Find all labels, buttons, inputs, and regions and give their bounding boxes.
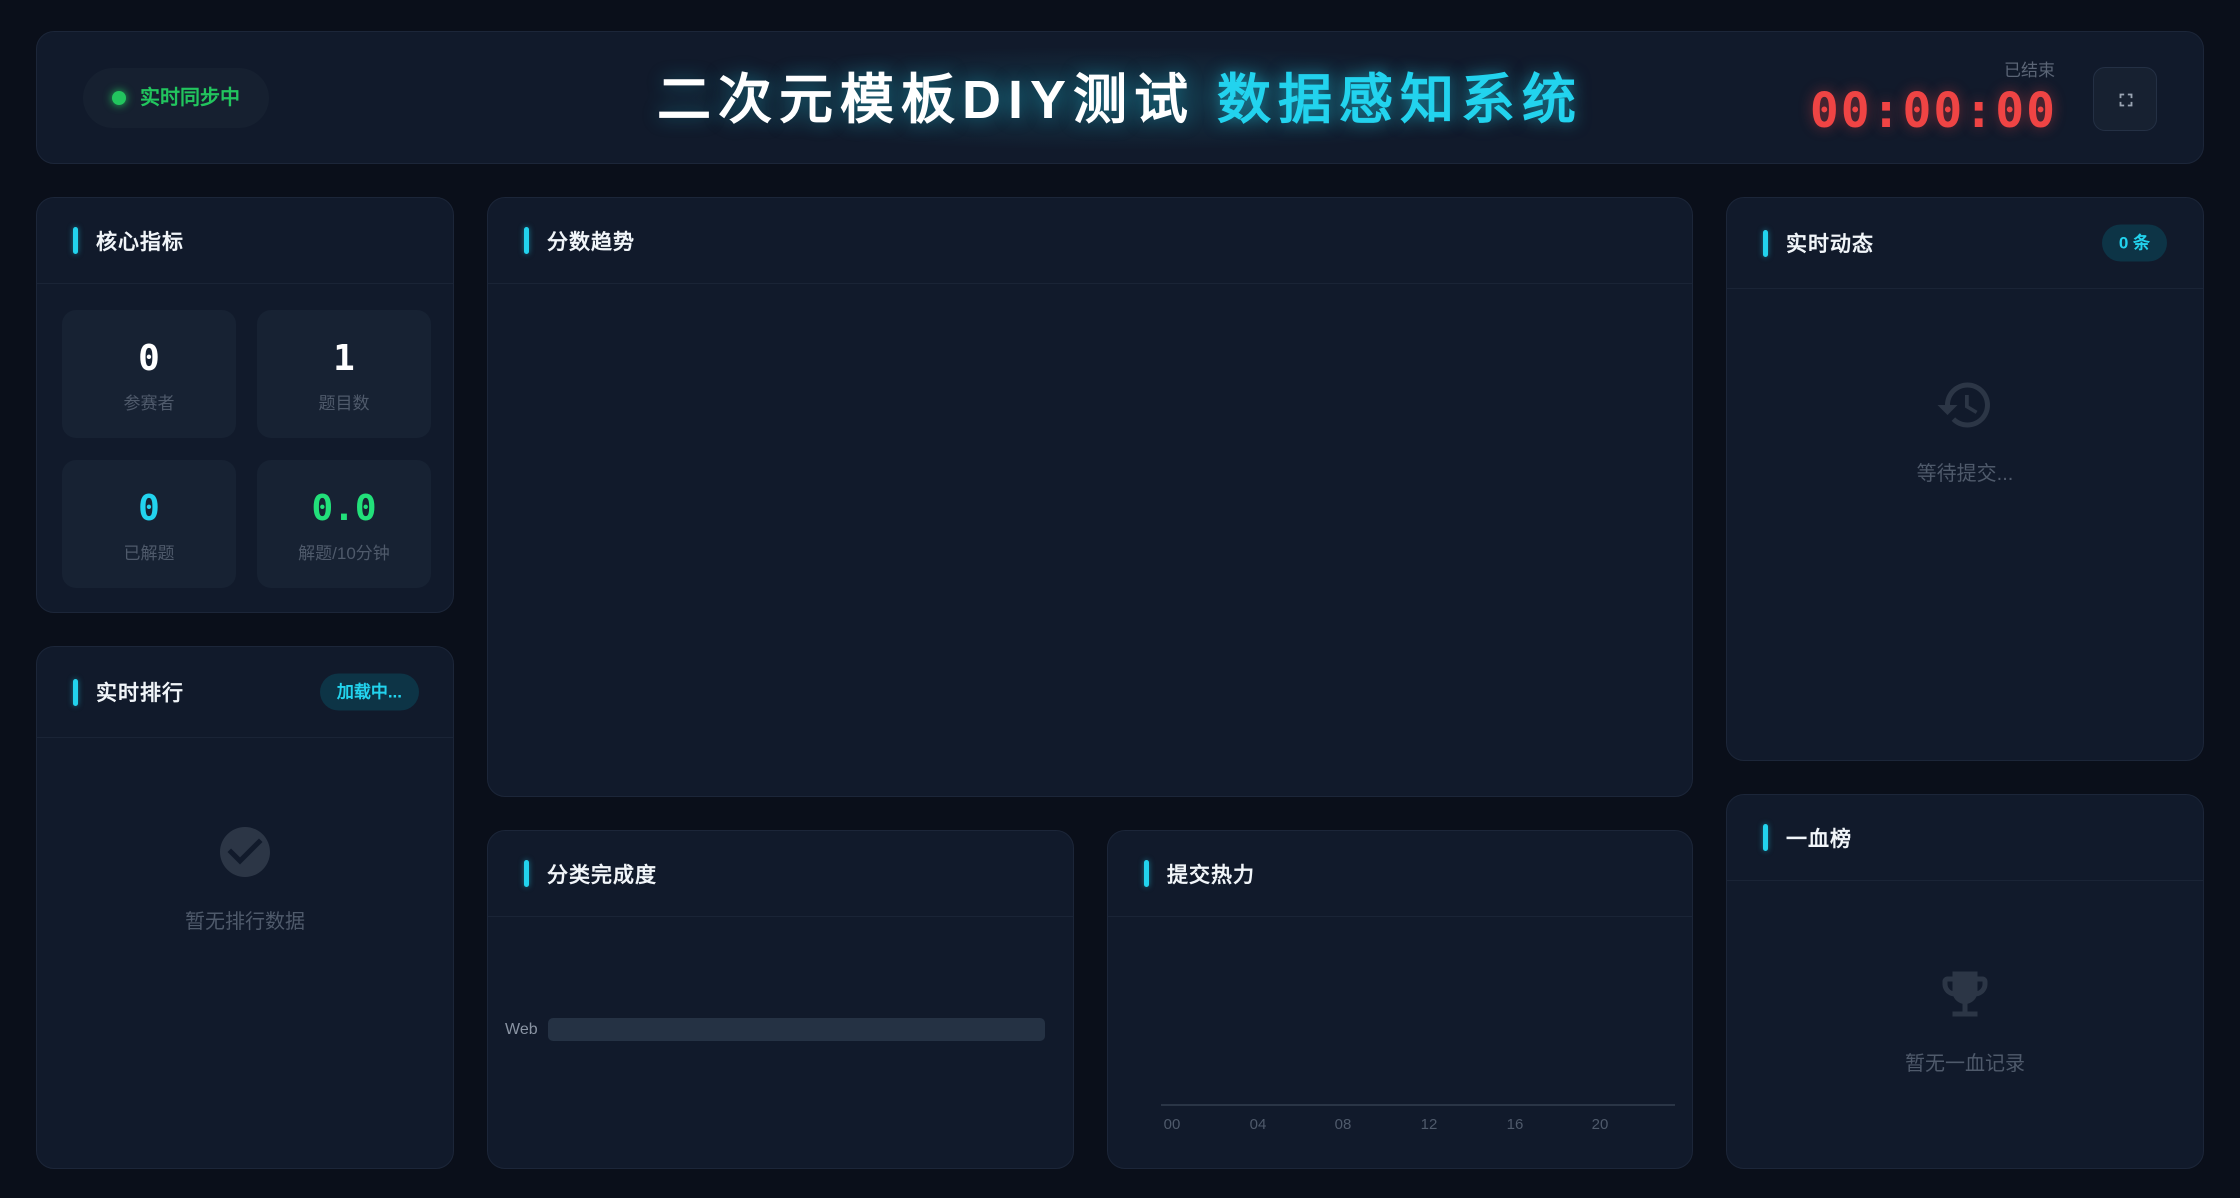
metric-card-solve-rate: 0.0 解题/10分钟 xyxy=(257,460,431,588)
panel-title: 分数趋势 xyxy=(547,230,635,254)
accent-bar xyxy=(524,227,529,254)
panel-header: 分数趋势 xyxy=(488,198,1692,284)
metric-value: 0.0 xyxy=(311,488,377,529)
panel-header: 提交热力 xyxy=(1108,831,1692,917)
panel-title: 核心指标 xyxy=(96,230,184,254)
ranking-panel: 实时排行 加载中... 暂无排行数据 xyxy=(36,646,454,1169)
metric-card-participants: 0 参赛者 xyxy=(62,310,236,438)
heat-tick-label: 16 xyxy=(1506,1116,1524,1133)
panel-header: 分类完成度 xyxy=(488,831,1073,917)
metric-card-solved: 0 已解题 xyxy=(62,460,236,588)
metric-value: 1 xyxy=(333,338,355,379)
heat-x-axis xyxy=(1161,1104,1675,1106)
top-header: 实时同步中 二次元模板DIY测试 数据感知系统 已结束 00:00:00 xyxy=(36,31,2204,164)
metric-label: 题目数 xyxy=(318,394,370,413)
panel-title: 分类完成度 xyxy=(547,863,657,887)
fullscreen-icon xyxy=(2119,93,2133,107)
category-progress-bar xyxy=(548,1018,1045,1041)
panel-title: 提交热力 xyxy=(1167,863,1255,887)
category-label: Web xyxy=(505,1021,538,1038)
trophy-icon xyxy=(1935,964,1995,1024)
loading-badge: 加载中... xyxy=(319,673,419,711)
metric-label: 参赛者 xyxy=(123,394,175,413)
timer-status: 已结束 xyxy=(2004,61,2055,80)
panel-header: 核心指标 xyxy=(37,198,453,284)
accent-bar xyxy=(1763,824,1768,851)
accent-bar xyxy=(1763,229,1768,257)
live-activity-panel: 实时动态 0 条 等待提交... xyxy=(1726,197,2204,761)
history-icon xyxy=(1935,375,1995,435)
empty-state-text: 等待提交... xyxy=(1916,463,2014,485)
metric-value: 0 xyxy=(138,338,160,379)
accent-bar xyxy=(524,860,529,887)
heat-tick-label: 08 xyxy=(1334,1116,1352,1133)
accent-bar xyxy=(1144,860,1149,887)
title-accent: 数据感知系统 xyxy=(1217,70,1584,130)
panel-title: 实时动态 xyxy=(1786,233,1874,256)
metric-value: 0 xyxy=(138,488,160,529)
heat-tick-label: 20 xyxy=(1591,1116,1609,1133)
panel-title: 一血榜 xyxy=(1786,827,1852,851)
submission-heat-panel: 提交热力 00 04 08 12 16 20 xyxy=(1107,830,1693,1169)
score-trend-panel: 分数趋势 xyxy=(487,197,1693,797)
heat-tick-label: 00 xyxy=(1163,1116,1181,1133)
activity-count-badge: 0 条 xyxy=(2101,224,2167,262)
panel-header: 一血榜 xyxy=(1727,795,2203,881)
countdown-timer: 00:00:00 xyxy=(1809,83,2057,139)
metric-label: 解题/10分钟 xyxy=(298,544,390,563)
empty-state-text: 暂无排行数据 xyxy=(185,911,305,933)
accent-bar xyxy=(73,678,78,706)
fullscreen-button[interactable] xyxy=(2093,67,2157,131)
first-blood-panel: 一血榜 暂无一血记录 xyxy=(1726,794,2204,1169)
metric-card-challenges: 1 题目数 xyxy=(257,310,431,438)
category-completion-panel: 分类完成度 Web xyxy=(487,830,1074,1169)
heat-tick-label: 04 xyxy=(1249,1116,1267,1133)
core-metrics-panel: 核心指标 0 参赛者 1 题目数 0 已解题 0.0 解题/10分钟 xyxy=(36,197,454,613)
accent-bar xyxy=(73,227,78,254)
heat-tick-label: 12 xyxy=(1420,1116,1438,1133)
title-main: 二次元模板DIY测试 xyxy=(656,70,1196,130)
panel-title: 实时排行 xyxy=(96,682,184,705)
panel-header: 实时动态 0 条 xyxy=(1727,198,2203,289)
empty-state-text: 暂无一血记录 xyxy=(1905,1053,2025,1075)
panel-header: 实时排行 加载中... xyxy=(37,647,453,738)
check-circle-icon xyxy=(215,822,275,882)
metric-label: 已解题 xyxy=(123,544,175,563)
